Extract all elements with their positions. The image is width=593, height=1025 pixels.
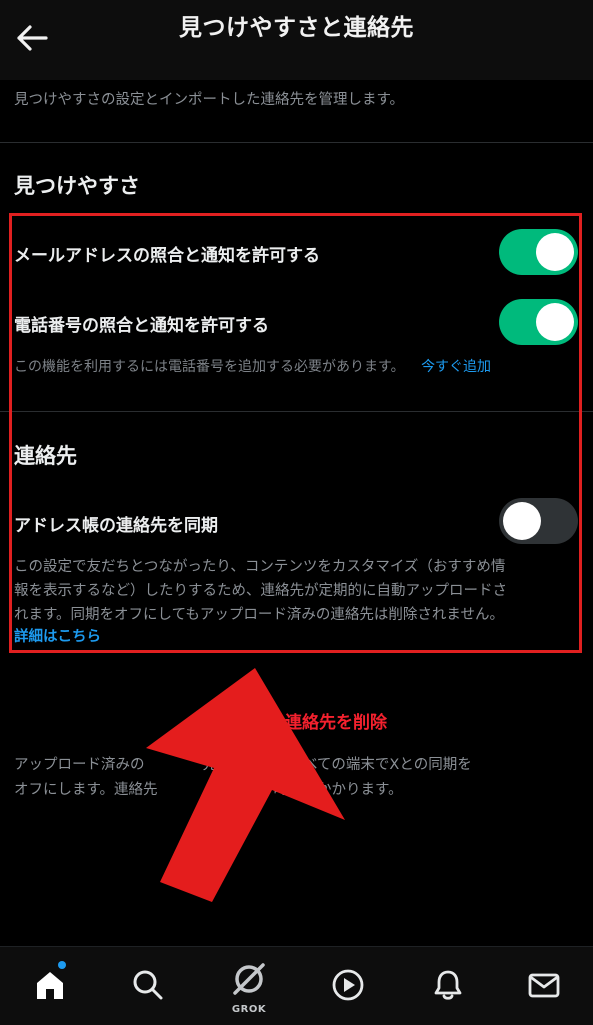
section-heading-discoverability: 見つけやすさ [14,174,140,198]
delete-description-line: オフにします。連絡先 しばらく時間がかかります。 [14,782,403,798]
sync-description-line: れます。同期をオフにしてもアップロード済みの連絡先は削除されません。 [14,607,504,623]
search-icon [133,970,163,1000]
nav-messages[interactable] [520,961,568,1009]
header-bar: 見つけやすさと連絡先 [0,0,593,80]
toggle-knob [536,303,574,341]
nav-notifications[interactable] [424,961,472,1009]
page-description: 見つけやすさの設定とインポートした連絡先を管理します。 [14,92,405,108]
sync-contacts-label[interactable]: アドレス帳の連絡先を同期 [14,511,218,536]
phone-required-note: この機能を利用するには電話番号を追加する必要があります。 今すぐ追加 [14,356,491,376]
learn-more-link[interactable]: 詳細はこちら [14,625,101,646]
add-phone-link[interactable]: 今すぐ追加 [421,359,491,375]
bottom-nav: GROK [0,946,593,1025]
video-play-icon [332,969,364,1001]
phone-matching-label[interactable]: 電話番号の照合と通知を許可する [14,311,269,336]
nav-home[interactable] [26,961,74,1009]
delete-contacts-button[interactable]: の連絡先を削除 [0,708,593,733]
divider [0,411,593,412]
page-title: 見つけやすさと連絡先 [179,15,414,41]
nav-search[interactable] [124,961,172,1009]
nav-video[interactable] [324,961,372,1009]
toggle-knob [503,502,541,540]
nav-grok[interactable] [225,955,273,1003]
home-icon [37,972,63,999]
sync-description-line: 報を表示するなど）したりするため、連絡先が定期的に自動アップロードさ [14,583,507,599]
section-heading-contacts: 連絡先 [14,444,77,468]
delete-description: アップロード済みの 先を削除し、すべての端末でXとの同期を オフにします。連絡先… [14,753,584,803]
divider [0,142,593,143]
phone-note-text: この機能を利用するには電話番号を追加する必要があります。 [14,359,405,375]
email-matching-label[interactable]: メールアドレスの照合と通知を許可する [14,241,320,266]
sync-description: この設定で友だちとつながったり、コンテンツをカスタマイズ（おすすめ情 報を表示す… [14,555,582,627]
grok-label: GROK [231,1004,267,1015]
sync-contacts-toggle[interactable] [499,498,578,544]
bell-icon [434,970,462,1000]
phone-matching-toggle[interactable] [499,299,578,345]
notification-dot [58,961,66,969]
toggle-knob [536,233,574,271]
mail-icon [528,973,560,998]
sync-description-line: この設定で友だちとつながったり、コンテンツをカスタマイズ（おすすめ情 [14,559,506,575]
grok-icon [233,963,265,995]
delete-description-line: アップロード済みの 先を削除し、すべての端末でXとの同期を [14,757,472,773]
email-matching-toggle[interactable] [499,229,578,275]
delete-contacts-label: の連絡先を削除 [268,713,387,733]
